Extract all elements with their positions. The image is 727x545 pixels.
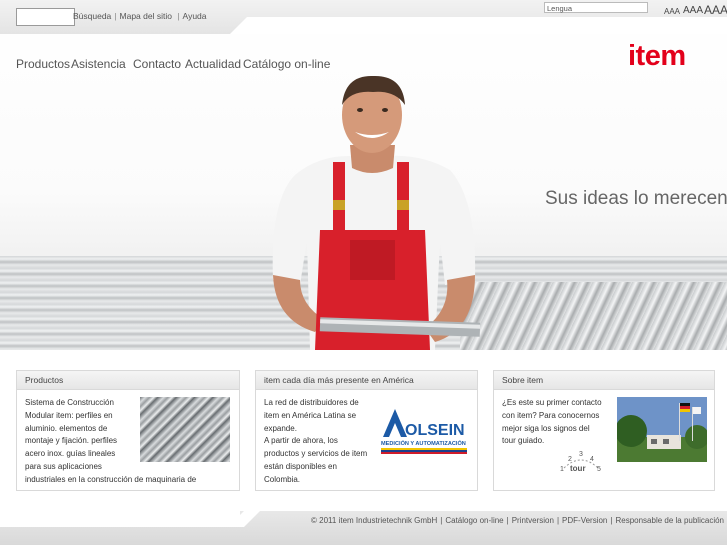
svg-text:5: 5 bbox=[597, 466, 601, 472]
olsein-logo-text: OLSEIN bbox=[405, 422, 465, 439]
footer-catalog-link[interactable]: Catálogo on-line bbox=[445, 516, 503, 525]
olsein-logo[interactable]: OLSEIN MEDICIÓN Y AUTOMATIZACIÓN bbox=[379, 405, 469, 455]
headquarters-photo[interactable] bbox=[617, 397, 707, 462]
hero-background bbox=[0, 0, 727, 350]
nav-item-productos[interactable]: Productos bbox=[16, 57, 70, 71]
nav-item-asistencia[interactable]: Asistencia bbox=[71, 57, 126, 71]
search-input[interactable] bbox=[16, 8, 75, 26]
footer-imprint-link[interactable]: Responsable de la publicación bbox=[615, 516, 724, 525]
footer: © 2011 item Industrietechnik GmbH | Catálo… bbox=[0, 511, 727, 545]
language-select[interactable]: Lengua bbox=[544, 2, 648, 13]
footer-print-link[interactable]: Printversion bbox=[512, 516, 554, 525]
footer-pdf-link[interactable]: PDF-Version bbox=[562, 516, 607, 525]
nav-item-catalogo[interactable]: Catálogo on-line bbox=[243, 57, 330, 71]
svg-text:tour: tour bbox=[570, 464, 586, 472]
help-link[interactable]: Ayuda bbox=[183, 11, 207, 21]
olsein-logo-mark: OLSEIN MEDICIÓN Y AUTOMATIZACIÓN bbox=[381, 409, 467, 454]
america-box: item cada día más presente en América La… bbox=[255, 370, 478, 491]
svg-text:2: 2 bbox=[568, 456, 572, 463]
olsein-logo-subtitle: MEDICIÓN Y AUTOMATIZACIÓN bbox=[381, 439, 466, 447]
about-box-text: ¿Es este su primer contacto con item? Pa… bbox=[502, 398, 602, 446]
top-bar: Búsqueda | Mapa del sitio | Ayuda Lengua AA… bbox=[0, 0, 727, 34]
svg-text:4: 4 bbox=[590, 456, 594, 463]
hero-tagline: Sus ideas lo merecen bbox=[545, 188, 727, 209]
profiles-pile-image bbox=[460, 282, 727, 350]
nav-item-actualidad[interactable]: Actualidad bbox=[185, 57, 241, 71]
svg-text:3: 3 bbox=[579, 451, 583, 458]
utility-links: Búsqueda | Mapa del sitio | Ayuda bbox=[73, 11, 207, 21]
footer-decoration bbox=[0, 511, 240, 527]
products-box-title[interactable]: Productos bbox=[17, 371, 239, 390]
worker-image bbox=[272, 75, 481, 350]
about-box: Sobre item ¿Es este su primer contacto c… bbox=[493, 370, 715, 491]
item-logo[interactable]: item bbox=[628, 40, 686, 73]
america-box-title[interactable]: item cada día más presente en América bbox=[256, 371, 477, 390]
search-link[interactable]: Búsqueda bbox=[73, 11, 111, 21]
products-box: Productos Sistema de Construcción Modula… bbox=[16, 370, 240, 491]
hero-banner: Sus ideas lo merecen bbox=[0, 0, 727, 350]
nav-item-contacto[interactable]: Contacto bbox=[133, 57, 181, 71]
aluminium-profiles-image bbox=[0, 256, 727, 350]
tour-icon[interactable]: 1 2 3 4 5 tour bbox=[560, 450, 602, 472]
copyright-text: © 2011 item Industrietechnik GmbH bbox=[311, 516, 438, 525]
footer-links: © 2011 item Industrietechnik GmbH | Catálo… bbox=[311, 516, 724, 525]
top-bar-decoration bbox=[230, 17, 727, 34]
font-size-large-button[interactable]: AAA bbox=[704, 3, 727, 17]
font-size-small-button[interactable]: AAA bbox=[664, 7, 680, 16]
products-image[interactable] bbox=[140, 397, 230, 462]
headquarters-photo-image bbox=[617, 397, 707, 462]
font-size-medium-button[interactable]: AAA bbox=[683, 5, 703, 16]
about-box-title[interactable]: Sobre item bbox=[494, 371, 714, 390]
america-box-text: La red de distribuidores de item en Amér… bbox=[264, 398, 368, 484]
svg-text:1: 1 bbox=[560, 466, 564, 472]
sitemap-link[interactable]: Mapa del sitio bbox=[120, 11, 172, 21]
